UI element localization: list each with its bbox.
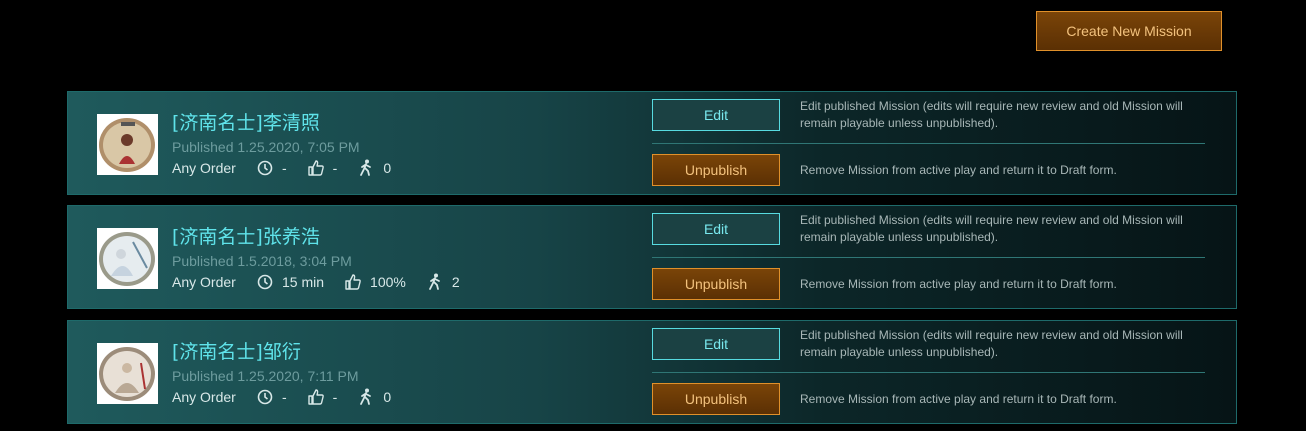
duration-value: 15 min [282, 274, 325, 290]
walking-person-icon [357, 388, 375, 406]
order-type: Any Order [172, 389, 236, 405]
rating-value: 100% [370, 274, 406, 290]
mission-card: [济南名士]李清照 Published 1.25.2020, 7:05 PM A… [67, 91, 1237, 195]
unpublish-description: Remove Mission from active play and retu… [800, 163, 1117, 177]
mission-thumbnail [97, 228, 158, 289]
thumbs-up-icon [307, 159, 325, 177]
unpublish-description: Remove Mission from active play and retu… [800, 392, 1117, 406]
players-value: 0 [383, 389, 392, 405]
order-type: Any Order [172, 274, 236, 290]
mission-title[interactable]: [济南名士]邹衍 [172, 337, 301, 364]
edit-button[interactable]: Edit [652, 328, 780, 360]
clock-icon [256, 273, 274, 291]
create-new-mission-button[interactable]: Create New Mission [1036, 11, 1222, 51]
mission-title[interactable]: [济南名士]张养浩 [172, 222, 320, 249]
clock-icon [256, 388, 274, 406]
clock-icon [256, 159, 274, 177]
players-value: 2 [451, 274, 460, 290]
mission-thumbnail [97, 343, 158, 404]
duration-value: - [282, 389, 287, 405]
mission-card: [济南名士]张养浩 Published 1.5.2018, 3:04 PM An… [67, 205, 1237, 309]
walking-person-icon [357, 159, 375, 177]
mission-stats: Any Order - - 0 [172, 387, 411, 407]
published-date: Published 1.25.2020, 7:11 PM [172, 368, 359, 384]
duration-value: - [282, 160, 287, 176]
mission-card: [济南名士]邹衍 Published 1.25.2020, 7:11 PM An… [67, 320, 1237, 424]
unpublish-button[interactable]: Unpublish [652, 268, 780, 300]
edit-description: Edit published Mission (edits will requi… [800, 99, 1183, 130]
divider [652, 143, 1205, 144]
rating-value: - [332, 160, 338, 176]
published-date: Published 1.25.2020, 7:05 PM [172, 139, 360, 155]
rating-value: - [332, 389, 338, 405]
edit-button[interactable]: Edit [652, 213, 780, 245]
edit-description: Edit published Mission (edits will requi… [800, 328, 1183, 359]
divider [652, 372, 1205, 373]
mission-title[interactable]: [济南名士]李清照 [172, 108, 320, 135]
mission-thumbnail [97, 114, 158, 175]
mission-stats: Any Order - - 0 [172, 158, 411, 178]
published-date: Published 1.5.2018, 3:04 PM [172, 253, 352, 269]
thumbs-up-icon [344, 273, 362, 291]
thumbs-up-icon [307, 388, 325, 406]
unpublish-button[interactable]: Unpublish [652, 383, 780, 415]
players-value: 0 [383, 160, 392, 176]
edit-button[interactable]: Edit [652, 99, 780, 131]
edit-description: Edit published Mission (edits will requi… [800, 213, 1183, 244]
walking-person-icon [426, 273, 444, 291]
divider [652, 257, 1205, 258]
unpublish-button[interactable]: Unpublish [652, 154, 780, 186]
mission-stats: Any Order 15 min 100% 2 [172, 272, 480, 292]
unpublish-description: Remove Mission from active play and retu… [800, 277, 1117, 291]
order-type: Any Order [172, 160, 236, 176]
